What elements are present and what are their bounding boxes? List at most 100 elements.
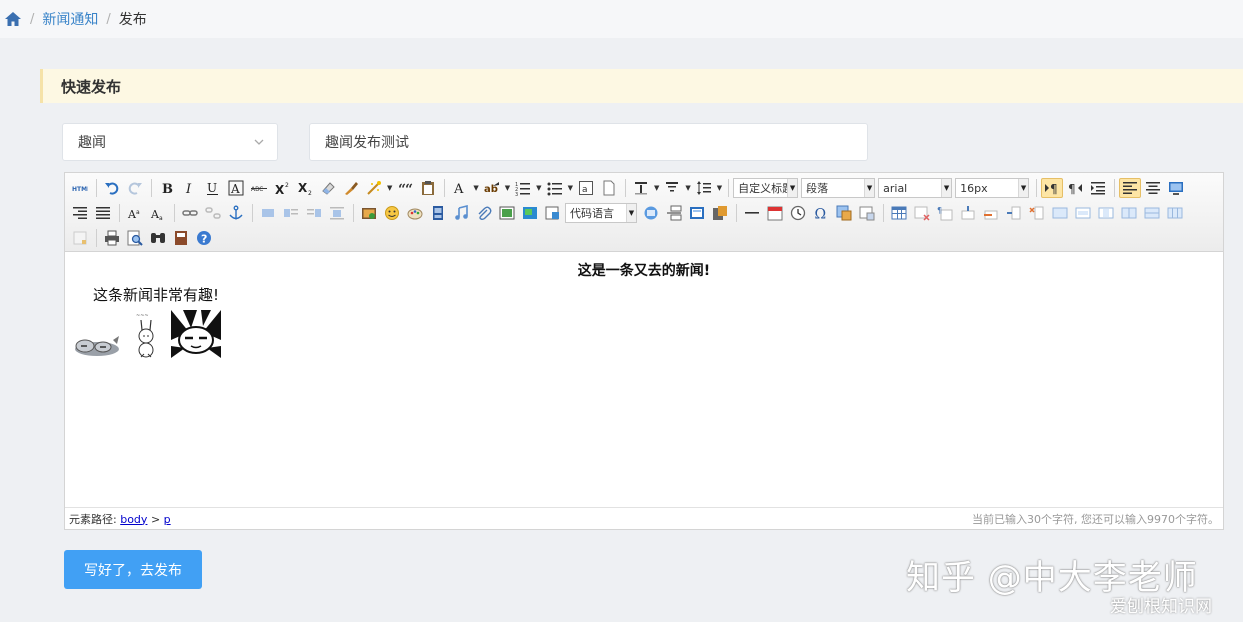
insert-col-icon[interactable] <box>1003 203 1025 223</box>
tolowercase-icon[interactable]: Aa <box>147 203 169 223</box>
align-right-icon[interactable] <box>69 203 91 223</box>
touppercase-icon[interactable]: Aa <box>124 203 146 223</box>
drafts-icon[interactable] <box>170 228 192 248</box>
emotion-icon[interactable] <box>381 203 403 223</box>
insert-table-icon[interactable] <box>888 203 910 223</box>
link-icon[interactable] <box>179 203 201 223</box>
sticker-lying-rabbit-image[interactable] <box>73 334 121 358</box>
font-size-combo[interactable]: 16px ▼ <box>955 178 1030 198</box>
title-input[interactable] <box>309 123 868 161</box>
align-justify-icon[interactable] <box>92 203 114 223</box>
anchor-icon[interactable] <box>225 203 247 223</box>
align-left-icon[interactable] <box>1119 178 1142 198</box>
clear-doc-icon[interactable] <box>598 178 620 198</box>
auto-typeset-button[interactable]: ▼ <box>363 178 392 198</box>
home-icon[interactable] <box>4 10 22 28</box>
superscript-icon[interactable]: X2 <box>271 178 293 198</box>
back-color-button[interactable]: ab ▼ <box>481 178 510 198</box>
paste-plain-icon[interactable] <box>417 178 439 198</box>
align-center-icon[interactable] <box>1142 178 1164 198</box>
delete-row-icon[interactable] <box>980 203 1002 223</box>
italic-icon[interactable]: I <box>179 178 201 198</box>
svg-text:HTML: HTML <box>72 186 88 193</box>
page-break-icon[interactable] <box>663 203 685 223</box>
merge-cells-icon[interactable] <box>1049 203 1071 223</box>
publish-button[interactable]: 写好了，去发布 <box>64 550 202 589</box>
merge-right-icon[interactable] <box>1072 203 1094 223</box>
redo-icon[interactable] <box>124 178 146 198</box>
delete-col-icon[interactable] <box>1026 203 1048 223</box>
music-icon[interactable] <box>450 203 472 223</box>
print-preview-icon[interactable] <box>124 228 146 248</box>
undo-icon[interactable] <box>101 178 123 198</box>
font-border-icon[interactable]: A <box>225 178 247 198</box>
scrawl-icon[interactable] <box>404 203 426 223</box>
print-icon[interactable] <box>101 228 123 248</box>
line-height-button[interactable]: ▼ <box>693 178 722 198</box>
bold-icon[interactable]: B <box>156 178 178 198</box>
chart-icon[interactable] <box>69 228 91 248</box>
word-image-icon[interactable] <box>709 203 731 223</box>
custom-heading-combo[interactable]: 自定义标题 ▼ <box>733 178 799 198</box>
select-all-icon[interactable]: a <box>575 178 597 198</box>
paragraph-format-combo[interactable]: 段落 ▼ <box>801 178 876 198</box>
element-path-separator: > <box>150 512 161 526</box>
background-icon[interactable] <box>686 203 708 223</box>
svg-text:I: I <box>185 182 192 196</box>
image-right-icon[interactable] <box>303 203 325 223</box>
ai-image-icon[interactable] <box>856 203 878 223</box>
insert-date-icon[interactable] <box>764 203 786 223</box>
subscript-icon[interactable]: X2 <box>294 178 316 198</box>
editor-status-bar: 元素路径: body > p 当前已输入30个字符, 您还可以输入9970个字符… <box>65 507 1223 529</box>
horizontal-rule-icon[interactable] <box>741 203 763 223</box>
split-cells-icon[interactable] <box>1118 203 1140 223</box>
element-path-p-link[interactable]: p <box>164 513 171 526</box>
editor-content[interactable]: 这是一条又去的新闻! 这条新闻非常有趣! ~~~ <box>65 252 1223 506</box>
insert-row-icon[interactable] <box>957 203 979 223</box>
element-path-body-link[interactable]: body <box>120 513 147 526</box>
blockquote-icon[interactable]: ““ <box>394 178 416 198</box>
simple-upload-icon[interactable] <box>358 203 380 223</box>
eraser-icon[interactable] <box>317 178 339 198</box>
breadcrumb-news-link[interactable]: 新闻通知 <box>42 9 98 29</box>
unordered-list-button[interactable]: ▼ <box>544 178 573 198</box>
format-brush-icon[interactable] <box>340 178 362 198</box>
category-select[interactable]: 趣闻 <box>62 123 278 161</box>
help-icon[interactable]: ? <box>193 228 215 248</box>
split-rows-icon[interactable] <box>1141 203 1163 223</box>
underline-icon[interactable]: U <box>202 178 224 198</box>
row-spacing-bottom-button[interactable]: ▼ <box>661 178 691 198</box>
indent-icon[interactable] <box>1087 178 1109 198</box>
image-center-icon[interactable] <box>326 203 348 223</box>
image-left-icon[interactable] <box>280 203 302 223</box>
html-source-icon[interactable]: HTML <box>69 178 91 198</box>
code-language-combo[interactable]: 代码语言 ▼ <box>565 203 637 223</box>
insert-time-icon[interactable] <box>787 203 809 223</box>
preview-icon[interactable] <box>1165 178 1187 198</box>
unlink-icon[interactable] <box>202 203 224 223</box>
attachment-icon[interactable] <box>473 203 495 223</box>
special-chars-icon[interactable]: Ω <box>810 203 832 223</box>
direction-rtl-icon[interactable]: ¶ <box>1064 178 1086 198</box>
search-icon[interactable] <box>147 228 169 248</box>
merge-down-icon[interactable] <box>1095 203 1117 223</box>
search-replace-icon[interactable] <box>833 203 855 223</box>
row-spacing-top-button[interactable]: ▼ <box>630 178 659 198</box>
font-color-button[interactable]: A ▼ <box>449 178 478 198</box>
font-family-combo[interactable]: arial ▼ <box>878 178 953 198</box>
insert-frame-icon[interactable] <box>496 203 518 223</box>
delete-table-icon[interactable] <box>911 203 933 223</box>
template-icon[interactable] <box>640 203 662 223</box>
sticker-rabbit-face-image[interactable] <box>171 310 221 358</box>
direction-ltr-icon[interactable]: ¶ <box>1041 178 1064 198</box>
code-language-icon[interactable] <box>542 203 564 223</box>
split-cols-icon[interactable] <box>1164 203 1186 223</box>
ordered-list-button[interactable]: 1 2 3 ▼ <box>512 178 541 198</box>
strikethrough-icon[interactable]: ABC <box>248 178 270 198</box>
image-none-icon[interactable] <box>257 203 279 223</box>
svg-text:¶: ¶ <box>937 206 942 215</box>
gmap-icon[interactable] <box>519 203 541 223</box>
sticker-small-rabbit-image[interactable]: ~~~ <box>135 310 157 358</box>
insert-video-icon[interactable] <box>427 203 449 223</box>
insert-paragraph-before-table-icon[interactable]: ¶ <box>934 203 956 223</box>
